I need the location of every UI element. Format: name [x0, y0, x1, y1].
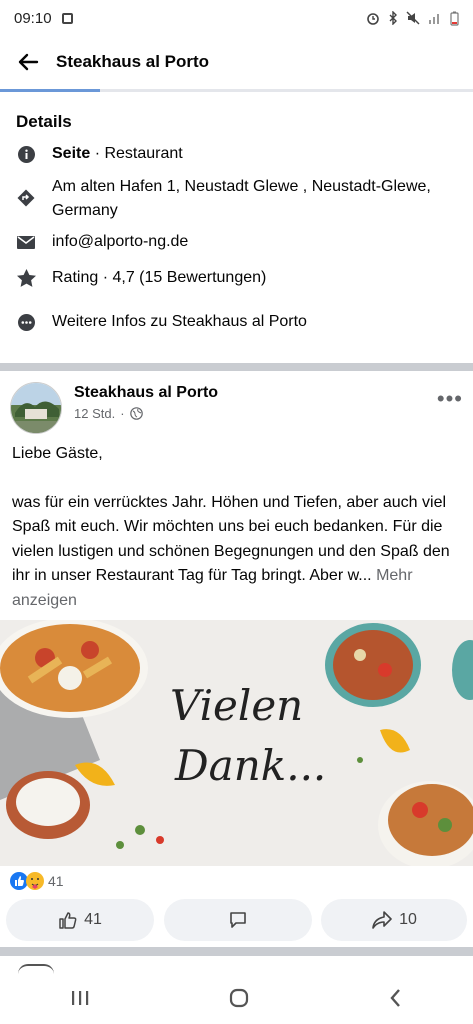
post-options-button[interactable]: •••	[437, 386, 463, 412]
mail-icon	[17, 236, 35, 249]
details-more-info-row[interactable]: Weitere Infos zu Steakhaus al Porto	[0, 310, 473, 334]
back-nav-icon[interactable]	[387, 987, 405, 1009]
share-icon	[372, 911, 392, 929]
image-text-vielen: Vielen	[170, 681, 303, 730]
details-email-row[interactable]: info@alporto-ng.de	[0, 230, 473, 254]
rating-link[interactable]: Rating · 4,7 (15 Bewertungen)	[52, 266, 266, 290]
post-time: 12 Std.	[74, 406, 116, 421]
post-author[interactable]: Steakhaus al Porto	[74, 384, 218, 402]
back-arrow-icon	[18, 53, 39, 71]
comment-button[interactable]	[164, 899, 312, 941]
category-sep: ·	[90, 145, 105, 162]
notification-icon	[61, 12, 73, 24]
post-image[interactable]: Vielen Dank...	[0, 620, 473, 866]
post-text: Liebe Gäste, was für ein verrücktes Jahr…	[12, 442, 462, 613]
globe-icon	[129, 407, 143, 420]
more-info-text: Weitere Infos zu Steakhaus al Porto	[52, 313, 307, 330]
page-title: Steakhaus al Porto	[56, 52, 210, 71]
details-rating-row[interactable]: Rating · 4,7 (15 Bewertungen)	[0, 266, 473, 290]
details-category-row: Seite · Restaurant	[0, 142, 473, 166]
system-nav-bar	[0, 972, 473, 1024]
reaction-count: 41	[48, 873, 64, 889]
category-label: Seite	[52, 145, 91, 162]
reactions-summary[interactable]: 41	[10, 872, 64, 890]
battery-icon	[450, 11, 459, 26]
avatar-image	[11, 383, 61, 433]
comment-icon	[230, 912, 246, 928]
care-reaction-icon	[26, 872, 44, 890]
page-avatar[interactable]	[10, 382, 62, 434]
more-dots-icon	[17, 314, 35, 331]
status-icons	[366, 11, 459, 26]
status-time: 09:10	[14, 9, 52, 27]
back-button[interactable]	[0, 36, 56, 88]
details-address-row[interactable]: Am alten Hafen 1, Neustadt Glewe , Neust…	[0, 175, 473, 223]
home-icon[interactable]	[228, 987, 250, 1009]
mute-icon	[406, 11, 420, 25]
status-bar: 09:10	[0, 0, 473, 36]
email-link[interactable]: info@alporto-ng.de	[52, 230, 188, 254]
app-header: Steakhaus al Porto	[0, 36, 473, 88]
signal-icon	[429, 14, 439, 24]
info-icon	[17, 146, 35, 163]
star-icon	[16, 269, 36, 287]
tab-indicator	[0, 89, 473, 92]
category-value: Restaurant	[104, 145, 183, 162]
tab-indicator-active	[0, 89, 100, 92]
like-button[interactable]: 41	[6, 899, 154, 941]
like-count: 41	[84, 911, 102, 928]
post-greeting: Liebe Gäste,	[12, 445, 103, 462]
directions-icon	[17, 189, 35, 207]
share-button[interactable]: 10	[321, 899, 467, 941]
section-divider	[0, 363, 473, 371]
recents-icon[interactable]	[69, 988, 91, 1008]
details-heading: Details	[16, 112, 72, 131]
bluetooth-icon	[389, 11, 397, 25]
alarm-icon	[367, 13, 379, 25]
post-image-art: Vielen Dank...	[0, 620, 473, 866]
post-meta: 12 Std. ·	[74, 406, 143, 421]
image-text-dank: Dank...	[174, 741, 326, 790]
share-count: 10	[399, 911, 417, 928]
address-text: Am alten Hafen 1, Neustadt Glewe , Neust…	[52, 178, 431, 219]
post-divider	[0, 947, 473, 956]
meta-separator: ·	[120, 406, 125, 421]
like-icon	[59, 912, 77, 929]
